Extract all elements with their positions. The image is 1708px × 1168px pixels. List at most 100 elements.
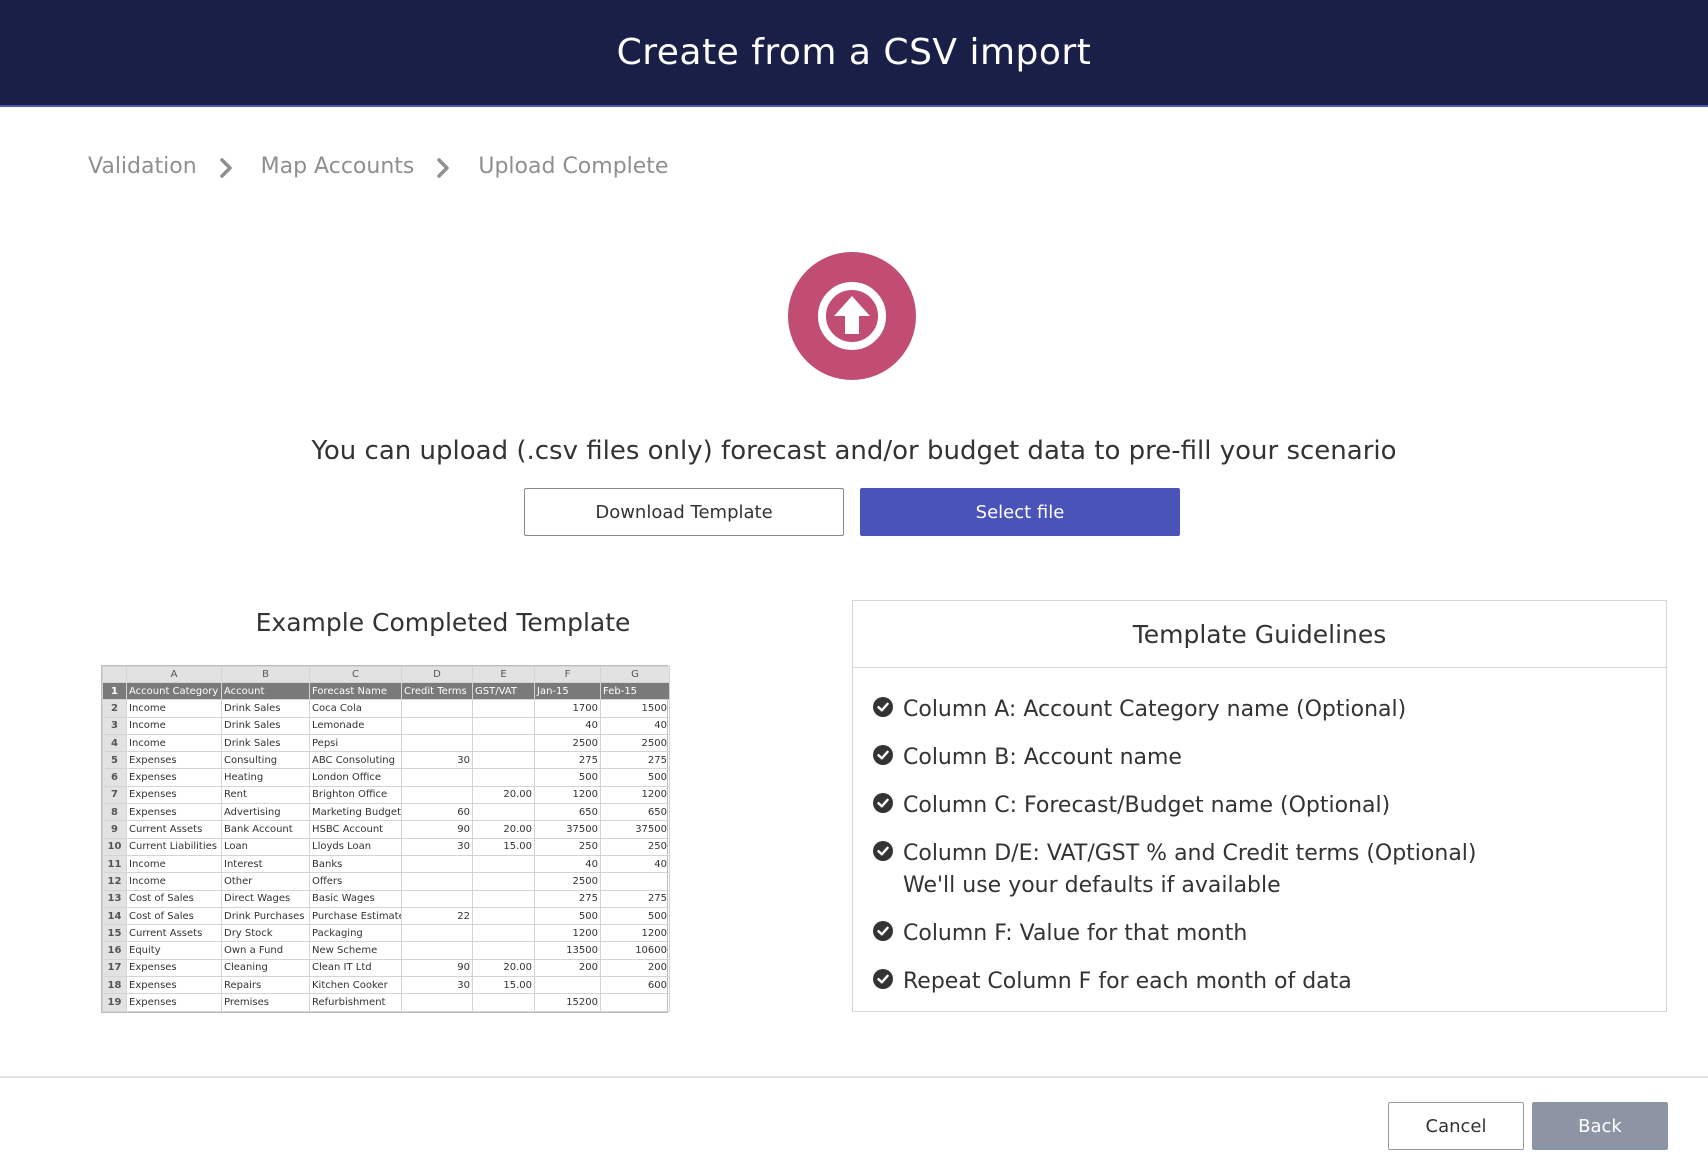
- page-title: Create from a CSV import: [616, 32, 1092, 73]
- spreadsheet-cell: GST/VAT: [472, 681, 535, 701]
- spreadsheet-row: 19 Expenses Premises Refurbishment 15200: [102, 993, 670, 1012]
- chevron-right-icon: [219, 156, 233, 178]
- spreadsheet-cell: Expenses: [126, 785, 222, 805]
- spreadsheet-cell: Income: [126, 733, 222, 753]
- spreadsheet-cell: 275: [600, 751, 670, 770]
- spreadsheet-row: 7 Expenses Rent Brighton Office 20.00 1200 120…: [102, 785, 670, 805]
- spreadsheet-cell: 13500: [534, 941, 601, 960]
- spreadsheet-cell: Drink Purchases: [221, 906, 310, 926]
- spreadsheet-cell: Equity: [126, 941, 222, 960]
- spreadsheet-cell: Drink Sales: [221, 716, 310, 735]
- breadcrumb-step-validation: Validation: [88, 154, 197, 179]
- spreadsheet-cell: Consulting: [221, 751, 310, 770]
- spreadsheet-cell: Offers: [309, 872, 402, 891]
- breadcrumb: Validation Map Accounts Upload Complete: [88, 154, 668, 179]
- spreadsheet-row-number: 9: [102, 820, 127, 839]
- spreadsheet-cell: Feb-15: [600, 681, 670, 701]
- spreadsheet-cell: [401, 854, 473, 874]
- select-file-button[interactable]: Select file: [860, 488, 1180, 536]
- guideline-line: Column C: Forecast/Budget name (Optional…: [903, 793, 1391, 818]
- spreadsheet-cell: 20.00: [472, 820, 535, 839]
- spreadsheet-cell: Repairs: [221, 976, 310, 995]
- spreadsheet-cell: 1500: [600, 699, 670, 718]
- spreadsheet-cell: Current Assets: [126, 924, 222, 943]
- spreadsheet-cell: New Scheme: [309, 941, 402, 960]
- spreadsheet-cell: Marketing Budget: [309, 803, 402, 822]
- breadcrumb-step-map-accounts: Map Accounts: [260, 154, 415, 179]
- spreadsheet-cell: Expenses: [126, 803, 222, 822]
- spreadsheet-row-number: 15: [102, 924, 127, 943]
- spreadsheet-cell: Income: [126, 872, 222, 891]
- spreadsheet-row-number: 10: [102, 837, 127, 856]
- guideline-item: Repeat Column F for each month of data: [873, 966, 1666, 998]
- chevron-right-icon: [436, 156, 450, 178]
- spreadsheet-row: 15 Current Assets Dry Stock Packaging 1200 12…: [102, 924, 670, 943]
- spreadsheet-row: 12 Income Other Offers 2500: [102, 872, 670, 891]
- spreadsheet-cell: Income: [126, 854, 222, 874]
- spreadsheet-cell: Cost of Sales: [126, 906, 222, 926]
- spreadsheet-cell: Loan: [221, 837, 310, 856]
- spreadsheet-cell: Clean IT Ltd: [309, 958, 402, 978]
- spreadsheet-row: 9 Current Assets Bank Account HSBC Account 9…: [102, 820, 670, 839]
- spreadsheet-cell: 10600: [600, 941, 670, 960]
- spreadsheet-cell: Rent: [221, 785, 310, 805]
- spreadsheet-cell: 500: [534, 768, 601, 787]
- spreadsheet-cell: 40: [534, 854, 601, 874]
- spreadsheet-row: 5 Expenses Consulting ABC Consoluting 30 275 2…: [102, 751, 670, 770]
- guideline-line: Column D/E: VAT/GST % and Credit terms (…: [903, 841, 1477, 866]
- spreadsheet-cell: [472, 906, 535, 926]
- guideline-item: Column A: Account Category name (Optiona…: [873, 694, 1666, 726]
- spreadsheet-cell: Premises: [221, 993, 310, 1012]
- spreadsheet-column-letter: E: [472, 666, 535, 683]
- spreadsheet-cell: Brighton Office: [309, 785, 402, 805]
- guideline-text: Column D/E: VAT/GST % and Credit terms (…: [903, 838, 1477, 902]
- spreadsheet-cell: Basic Wages: [309, 889, 402, 908]
- spreadsheet-cell: Lemonade: [309, 716, 402, 735]
- spreadsheet-cell: [401, 699, 473, 718]
- spreadsheet-cell: 200: [534, 958, 601, 978]
- spreadsheet-row-number: 8: [102, 803, 127, 822]
- spreadsheet-cell: Coca Cola: [309, 699, 402, 718]
- spreadsheet-cell: Cost of Sales: [126, 889, 222, 908]
- spreadsheet-cell: Expenses: [126, 768, 222, 787]
- spreadsheet-row: 3 Income Drink Sales Lemonade 40 40: [102, 716, 670, 735]
- spreadsheet-cell: 2500: [534, 872, 601, 891]
- spreadsheet-row: 11 Income Interest Banks 40 40: [102, 854, 670, 874]
- spreadsheet-row: 2 Income Drink Sales Coca Cola 1700 1500: [102, 699, 670, 718]
- check-circle-icon: [873, 793, 893, 813]
- spreadsheet-cell: Lloyds Loan: [309, 837, 402, 856]
- spreadsheet-row-number: 13: [102, 889, 127, 908]
- spreadsheet-cell: London Office: [309, 768, 402, 787]
- spreadsheet-row-number: 7: [102, 785, 127, 805]
- guideline-text: Column C: Forecast/Budget name (Optional…: [903, 790, 1390, 822]
- spreadsheet-cell: Packaging: [309, 924, 402, 943]
- guideline-text: Column A: Account Category name (Optiona…: [903, 694, 1406, 726]
- spreadsheet-cell: 15.00: [472, 837, 535, 856]
- cancel-button[interactable]: Cancel: [1388, 1102, 1524, 1150]
- spreadsheet-row-number: 11: [102, 854, 127, 874]
- spreadsheet-cell: Interest: [221, 854, 310, 874]
- back-button[interactable]: Back: [1532, 1102, 1668, 1150]
- spreadsheet-row: 16 Equity Own a Fund New Scheme 13500 10600: [102, 941, 670, 960]
- spreadsheet-corner-cell: [102, 666, 127, 683]
- spreadsheet-row: 10 Current Liabilities Loan Lloyds Loan 30 15…: [102, 837, 670, 856]
- spreadsheet-cell: [600, 872, 670, 891]
- spreadsheet-cell: 40: [534, 716, 601, 735]
- spreadsheet-cell: 60: [401, 803, 473, 822]
- spreadsheet-cell: Kitchen Cooker: [309, 976, 402, 995]
- spreadsheet-cell: Refurbishment: [309, 993, 402, 1012]
- spreadsheet-cell: HSBC Account: [309, 820, 402, 839]
- spreadsheet-cell: Purchase Estimate: [309, 906, 402, 926]
- spreadsheet-row-number: 18: [102, 976, 127, 995]
- spreadsheet-cell: 1200: [534, 785, 601, 805]
- spreadsheet-cell: 500: [534, 906, 601, 926]
- spreadsheet-cell: Expenses: [126, 751, 222, 770]
- spreadsheet-row-number: 14: [102, 906, 127, 926]
- spreadsheet-cell: [472, 993, 535, 1012]
- spreadsheet-cell: 22: [401, 906, 473, 926]
- spreadsheet-cell: [401, 768, 473, 787]
- spreadsheet-cell: [472, 768, 535, 787]
- spreadsheet-cell: Pepsi: [309, 733, 402, 753]
- download-template-button[interactable]: Download Template: [524, 488, 844, 536]
- spreadsheet-row-number: 17: [102, 958, 127, 978]
